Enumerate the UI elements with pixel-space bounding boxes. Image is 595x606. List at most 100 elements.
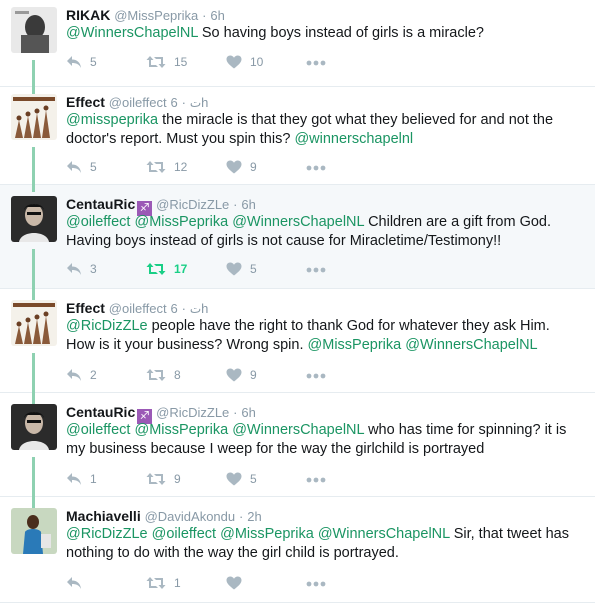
mention-link[interactable]: @MissPeprika — [220, 526, 314, 542]
more-icon — [306, 53, 326, 71]
retweet-count: 1 — [174, 576, 181, 590]
display-name[interactable]: CentauRic — [66, 196, 135, 212]
reply-button[interactable]: 2 — [66, 368, 146, 382]
mention-link[interactable]: @winnerschapelnl — [294, 131, 413, 147]
tweet-actions: 5 15 10 — [66, 53, 326, 71]
like-button[interactable]: 9 — [226, 160, 306, 174]
tweet-actions: 1 — [66, 574, 326, 592]
username[interactable]: @RicDizZLe — [156, 405, 229, 420]
tweet-header: Effect @oileffect ت · 6h — [66, 299, 208, 318]
username[interactable]: @oileffect — [109, 301, 167, 316]
tweet-header: Machiavelli @DavidAkondu · 2h — [66, 507, 262, 526]
more-icon — [306, 158, 326, 176]
avatar[interactable] — [11, 508, 57, 554]
timestamp[interactable]: 2h — [247, 509, 261, 524]
like-count: 9 — [250, 160, 257, 174]
reply-button[interactable]: 3 — [66, 262, 146, 276]
like-button[interactable]: 10 — [226, 55, 306, 69]
more-icon — [306, 574, 326, 592]
mention-link[interactable]: @WinnersChapelNL — [232, 214, 364, 230]
reply-count: 5 — [90, 55, 97, 69]
reply-button[interactable]: 1 — [66, 472, 146, 486]
more-button[interactable] — [306, 260, 326, 278]
reply-button[interactable]: 5 — [66, 160, 146, 174]
mention-link[interactable]: @misspeprika — [66, 112, 158, 128]
like-button[interactable]: 5 — [226, 472, 306, 486]
display-name[interactable]: RIKAK — [66, 7, 110, 23]
retweet-button[interactable]: 1 — [146, 576, 226, 590]
avatar[interactable] — [11, 404, 57, 450]
tweet-text: @oileffect @MissPeprika @WinnersChapelNL… — [66, 421, 581, 459]
thread-line — [32, 185, 35, 192]
like-button[interactable] — [226, 576, 306, 590]
more-button[interactable] — [306, 53, 326, 71]
tweet[interactable]: CentauRic ♐ @RicDizZLe · 6h @oileffect @M… — [0, 185, 595, 289]
tweet[interactable]: RIKAK @MissPeprika · 6h @WinnersChapelNL… — [0, 0, 595, 87]
mention-link[interactable]: @WinnersChapelNL — [318, 526, 450, 542]
more-button[interactable] — [306, 470, 326, 488]
mention-link[interactable]: @WinnersChapelNL — [405, 337, 537, 353]
tweet[interactable]: Effect @oileffect ت · 6h @RicDizZLe peop… — [0, 289, 595, 393]
more-button[interactable] — [306, 366, 326, 384]
reply-button[interactable]: 5 — [66, 55, 146, 69]
mention-link[interactable]: @oileffect — [152, 526, 216, 542]
timestamp[interactable]: 6h — [241, 405, 255, 420]
mention-link[interactable]: @WinnersChapelNL — [232, 422, 364, 438]
thread-line — [32, 147, 35, 185]
more-icon — [306, 366, 326, 384]
username[interactable]: @DavidAkondu — [145, 509, 236, 524]
reply-button[interactable] — [66, 576, 146, 590]
tweet-text: @misspeprika the miracle is that they go… — [66, 111, 581, 149]
mention-link[interactable]: @MissPeprika — [134, 422, 228, 438]
thread-line — [32, 353, 35, 393]
reply-icon — [66, 160, 82, 174]
more-button[interactable] — [306, 158, 326, 176]
tweet-actions: 2 8 9 — [66, 366, 326, 384]
retweet-button[interactable]: 17 — [146, 262, 226, 276]
like-button[interactable]: 5 — [226, 262, 306, 276]
timestamp[interactable]: 6h — [210, 8, 224, 23]
display-name[interactable]: Effect — [66, 300, 105, 316]
thread-line — [32, 457, 35, 497]
retweet-button[interactable]: 8 — [146, 368, 226, 382]
thread-line — [32, 289, 35, 300]
tweet-actions: 3 17 5 — [66, 260, 326, 278]
avatar[interactable] — [11, 7, 57, 53]
retweet-count: 9 — [174, 472, 181, 486]
like-count: 5 — [250, 472, 257, 486]
mention-link[interactable]: @MissPeprika — [308, 337, 402, 353]
more-button[interactable] — [306, 574, 326, 592]
display-name[interactable]: CentauRic — [66, 404, 135, 420]
thread-line — [32, 497, 35, 508]
tweet[interactable]: Effect @oileffect ت · 6h @misspeprika th… — [0, 87, 595, 185]
reply-count: 5 — [90, 160, 97, 174]
mention-link[interactable]: @WinnersChapelNL — [66, 25, 198, 41]
display-name[interactable]: Effect — [66, 94, 105, 110]
separator-dot: · — [181, 95, 186, 110]
heart-icon — [226, 368, 242, 382]
like-count: 5 — [250, 262, 257, 276]
more-icon — [306, 470, 326, 488]
retweet-button[interactable]: 9 — [146, 472, 226, 486]
mention-link[interactable]: @oileffect — [66, 214, 130, 230]
mention-link[interactable]: @oileffect — [66, 422, 130, 438]
username[interactable]: @oileffect — [109, 95, 167, 110]
username[interactable]: @RicDizZLe — [156, 197, 229, 212]
retweet-button[interactable]: 15 — [146, 55, 226, 69]
mention-link[interactable]: @RicDizZLe — [66, 526, 148, 542]
reply-icon — [66, 368, 82, 382]
avatar[interactable] — [11, 196, 57, 242]
mention-link[interactable]: @MissPeprika — [134, 214, 228, 230]
retweet-button[interactable]: 12 — [146, 160, 226, 174]
heart-icon — [226, 160, 242, 174]
username[interactable]: @MissPeprika — [114, 8, 198, 23]
mention-link[interactable]: @RicDizZLe — [66, 318, 148, 334]
tweet[interactable]: Machiavelli @DavidAkondu · 2h @RicDizZLe… — [0, 497, 595, 603]
tweet-text: @RicDizZLe @oileffect @MissPeprika @Winn… — [66, 525, 581, 563]
like-button[interactable]: 9 — [226, 368, 306, 382]
avatar[interactable] — [11, 300, 57, 346]
display-name[interactable]: Machiavelli — [66, 508, 141, 524]
avatar[interactable] — [11, 94, 57, 140]
timestamp[interactable]: 6h — [241, 197, 255, 212]
tweet[interactable]: CentauRic ♐ @RicDizZLe · 6h @oileffect @M… — [0, 393, 595, 497]
